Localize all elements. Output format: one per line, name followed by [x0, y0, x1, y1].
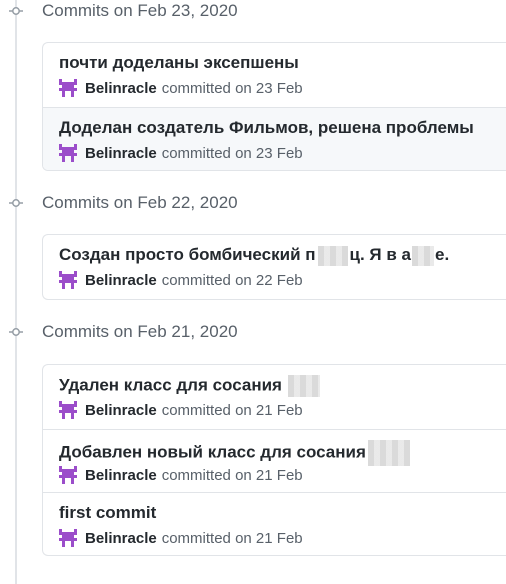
identicon-avatar[interactable]	[59, 144, 77, 162]
commit-row[interactable]: first commit Belinracle committed on 21 …	[43, 492, 506, 555]
commit-author-link[interactable]: Belinracle	[85, 402, 157, 419]
commit-title-part: е.	[435, 245, 450, 264]
commit-title-link[interactable]: почти доделаны эксепшены	[59, 53, 299, 73]
commit-row[interactable]: Удален класс для сосания Belinracle comm…	[43, 365, 506, 429]
commit-title-link[interactable]: Добавлен новый класс для сосания	[59, 440, 410, 466]
commit-title-part: Создан просто бомбический п	[59, 245, 316, 264]
redacted-blur	[412, 245, 434, 266]
redacted-blur	[367, 440, 410, 466]
commit-title-link[interactable]: Удален класс для сосания	[59, 375, 320, 397]
commit-meta: Belinracle committed on 21 Feb	[59, 465, 303, 485]
commit-group-header: Commits on Feb 22, 2020	[42, 193, 238, 212]
commit-author-link[interactable]: Belinracle	[85, 145, 157, 162]
commit-title-link[interactable]: Создан просто бомбический п ц. Я в а е.	[59, 245, 449, 266]
commit-history-timeline: Commits on Feb 23, 2020 почти доделаны э…	[0, 0, 506, 584]
commit-title-part: Добавлен новый класс для сосания	[59, 442, 366, 462]
identicon-avatar[interactable]	[59, 529, 77, 547]
commit-group-list: почти доделаны эксепшены Belinracle comm…	[42, 42, 506, 171]
commit-title-part: ц. Я в а	[349, 245, 411, 264]
identicon-avatar[interactable]	[59, 271, 77, 289]
commit-meta: Belinracle committed on 23 Feb	[59, 143, 303, 163]
commit-date: committed on 21 Feb	[161, 401, 303, 419]
commit-date: committed on 21 Feb	[161, 466, 303, 484]
commit-date: committed on 23 Feb	[161, 144, 303, 162]
commit-row[interactable]: Создан просто бомбический п ц. Я в а е. Be…	[43, 235, 506, 299]
commit-meta: Belinracle committed on 21 Feb	[59, 400, 303, 420]
commit-title-part: Удален класс для сосания	[59, 375, 282, 395]
commit-author-link[interactable]: Belinracle	[85, 467, 157, 484]
git-commit-icon	[9, 199, 23, 207]
commit-author-link[interactable]: Belinracle	[85, 272, 157, 289]
git-commit-icon	[9, 328, 23, 336]
commit-date: committed on 23 Feb	[161, 79, 303, 97]
git-commit-icon	[9, 7, 23, 15]
commit-title-link[interactable]: Доделан создатель Фильмов, решена пробле…	[59, 118, 474, 138]
commit-row[interactable]: почти доделаны эксепшены Belinracle comm…	[43, 43, 506, 107]
commit-group-list: Создан просто бомбический п ц. Я в а е. Be…	[42, 234, 506, 300]
commit-row[interactable]: Добавлен новый класс для сосания Belinra…	[43, 429, 506, 492]
commit-meta: Belinracle committed on 23 Feb	[59, 78, 303, 98]
commit-title-link[interactable]: first commit	[59, 503, 156, 523]
commit-date: committed on 22 Feb	[161, 271, 303, 289]
commit-group-header: Commits on Feb 23, 2020	[42, 1, 238, 20]
redacted-blur	[317, 245, 348, 266]
identicon-avatar[interactable]	[59, 466, 77, 484]
commit-group-list: Удален класс для сосания Belinracle comm…	[42, 364, 506, 556]
redacted-blur	[287, 375, 320, 397]
identicon-avatar[interactable]	[59, 79, 77, 97]
commit-author-link[interactable]: Belinracle	[85, 80, 157, 97]
commit-meta: Belinracle committed on 22 Feb	[59, 270, 303, 290]
timeline-line	[15, 0, 17, 584]
identicon-avatar[interactable]	[59, 401, 77, 419]
commit-date: committed on 21 Feb	[161, 529, 303, 547]
commit-author-link[interactable]: Belinracle	[85, 530, 157, 547]
commit-group-header: Commits on Feb 21, 2020	[42, 322, 238, 341]
commit-meta: Belinracle committed on 21 Feb	[59, 528, 303, 548]
commit-row[interactable]: Доделан создатель Фильмов, решена пробле…	[43, 107, 506, 170]
